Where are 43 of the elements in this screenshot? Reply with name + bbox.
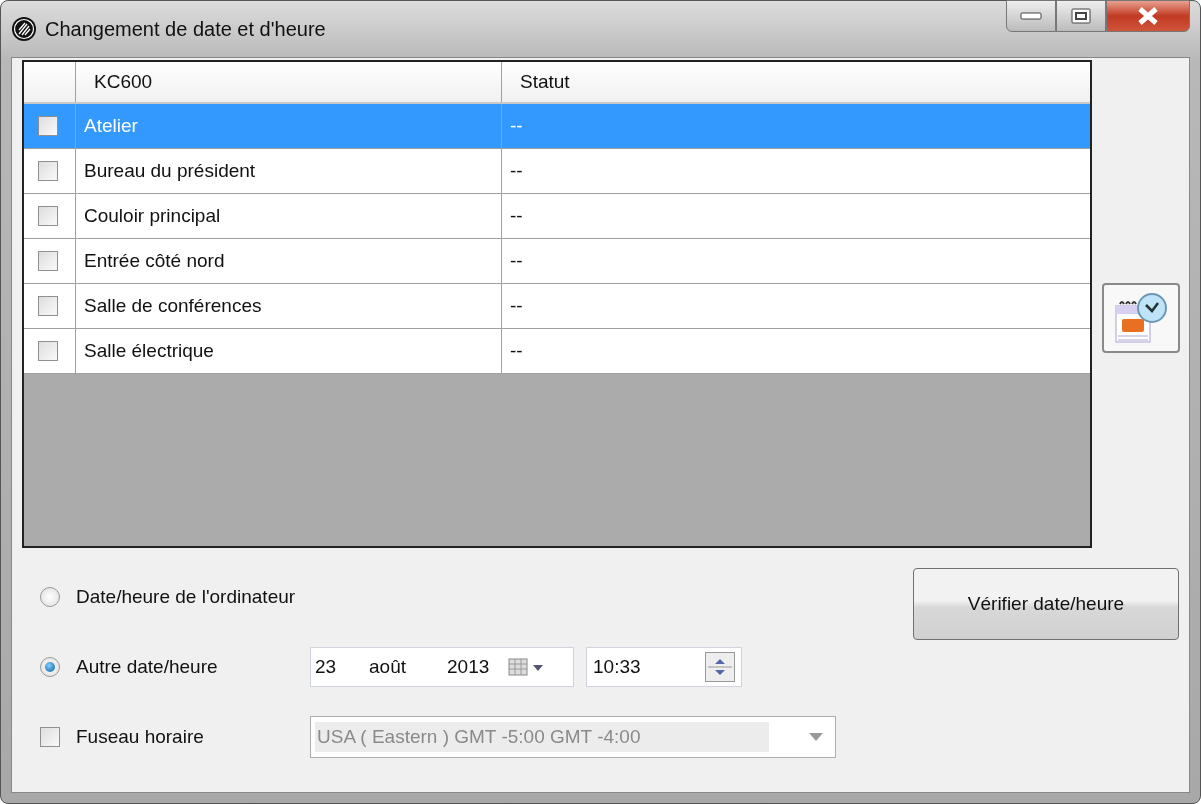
- row-checkbox[interactable]: [38, 206, 58, 226]
- table-cell: Entrée côté nord: [84, 250, 225, 272]
- row-checkbox[interactable]: [38, 161, 58, 181]
- date-picker[interactable]: 23 août 2013: [310, 647, 574, 687]
- table-cell: --: [510, 160, 523, 182]
- table-cell: Salle électrique: [84, 340, 214, 362]
- row-checkbox[interactable]: [38, 116, 58, 136]
- fingerprint-icon: [11, 16, 37, 42]
- close-button[interactable]: [1106, 0, 1190, 32]
- table-cell: --: [510, 340, 523, 362]
- table-cell: --: [510, 115, 523, 137]
- table-cell: Atelier: [84, 115, 138, 137]
- maximize-icon: [1071, 8, 1091, 24]
- close-icon: [1136, 6, 1160, 26]
- table-cell: Couloir principal: [84, 205, 221, 227]
- time-field[interactable]: 10:33: [586, 647, 742, 687]
- spinner-icon[interactable]: [705, 652, 735, 682]
- table-cell: --: [510, 205, 523, 227]
- column-header[interactable]: Statut: [520, 71, 570, 93]
- row-checkbox[interactable]: [38, 296, 58, 316]
- table-cell: Salle de conférences: [84, 295, 262, 317]
- verify-button[interactable]: Vérifier date/heure: [913, 568, 1179, 640]
- radio-button[interactable]: [40, 657, 60, 677]
- radio-label: Date/heure de l'ordinateur: [76, 586, 296, 608]
- grid-row[interactable]: Entrée côté nord --: [24, 239, 1090, 284]
- radio-button[interactable]: [40, 587, 60, 607]
- row-checkbox[interactable]: [38, 251, 58, 271]
- calendar-clock-button[interactable]: [1101, 283, 1180, 353]
- grid-row[interactable]: Couloir principal --: [24, 194, 1090, 239]
- table-cell: --: [510, 295, 523, 317]
- grid-row[interactable]: Salle de conférences --: [24, 284, 1090, 329]
- table-cell: Bureau du président: [84, 160, 256, 182]
- minimize-icon: [1020, 12, 1042, 20]
- grid-row[interactable]: Salle électrique --: [24, 329, 1090, 374]
- table-cell: --: [510, 250, 523, 272]
- checkbox-label: Fuseau horaire: [76, 726, 204, 748]
- radio-label: Autre date/heure: [76, 656, 218, 678]
- minimize-button[interactable]: [1006, 0, 1056, 32]
- window-title: Changement de date et d'heure: [45, 17, 327, 41]
- maximize-button[interactable]: [1056, 0, 1106, 32]
- column-header[interactable]: KC600: [94, 71, 153, 93]
- row-checkbox[interactable]: [38, 341, 58, 361]
- grid-row[interactable]: Bureau du président --: [24, 149, 1090, 194]
